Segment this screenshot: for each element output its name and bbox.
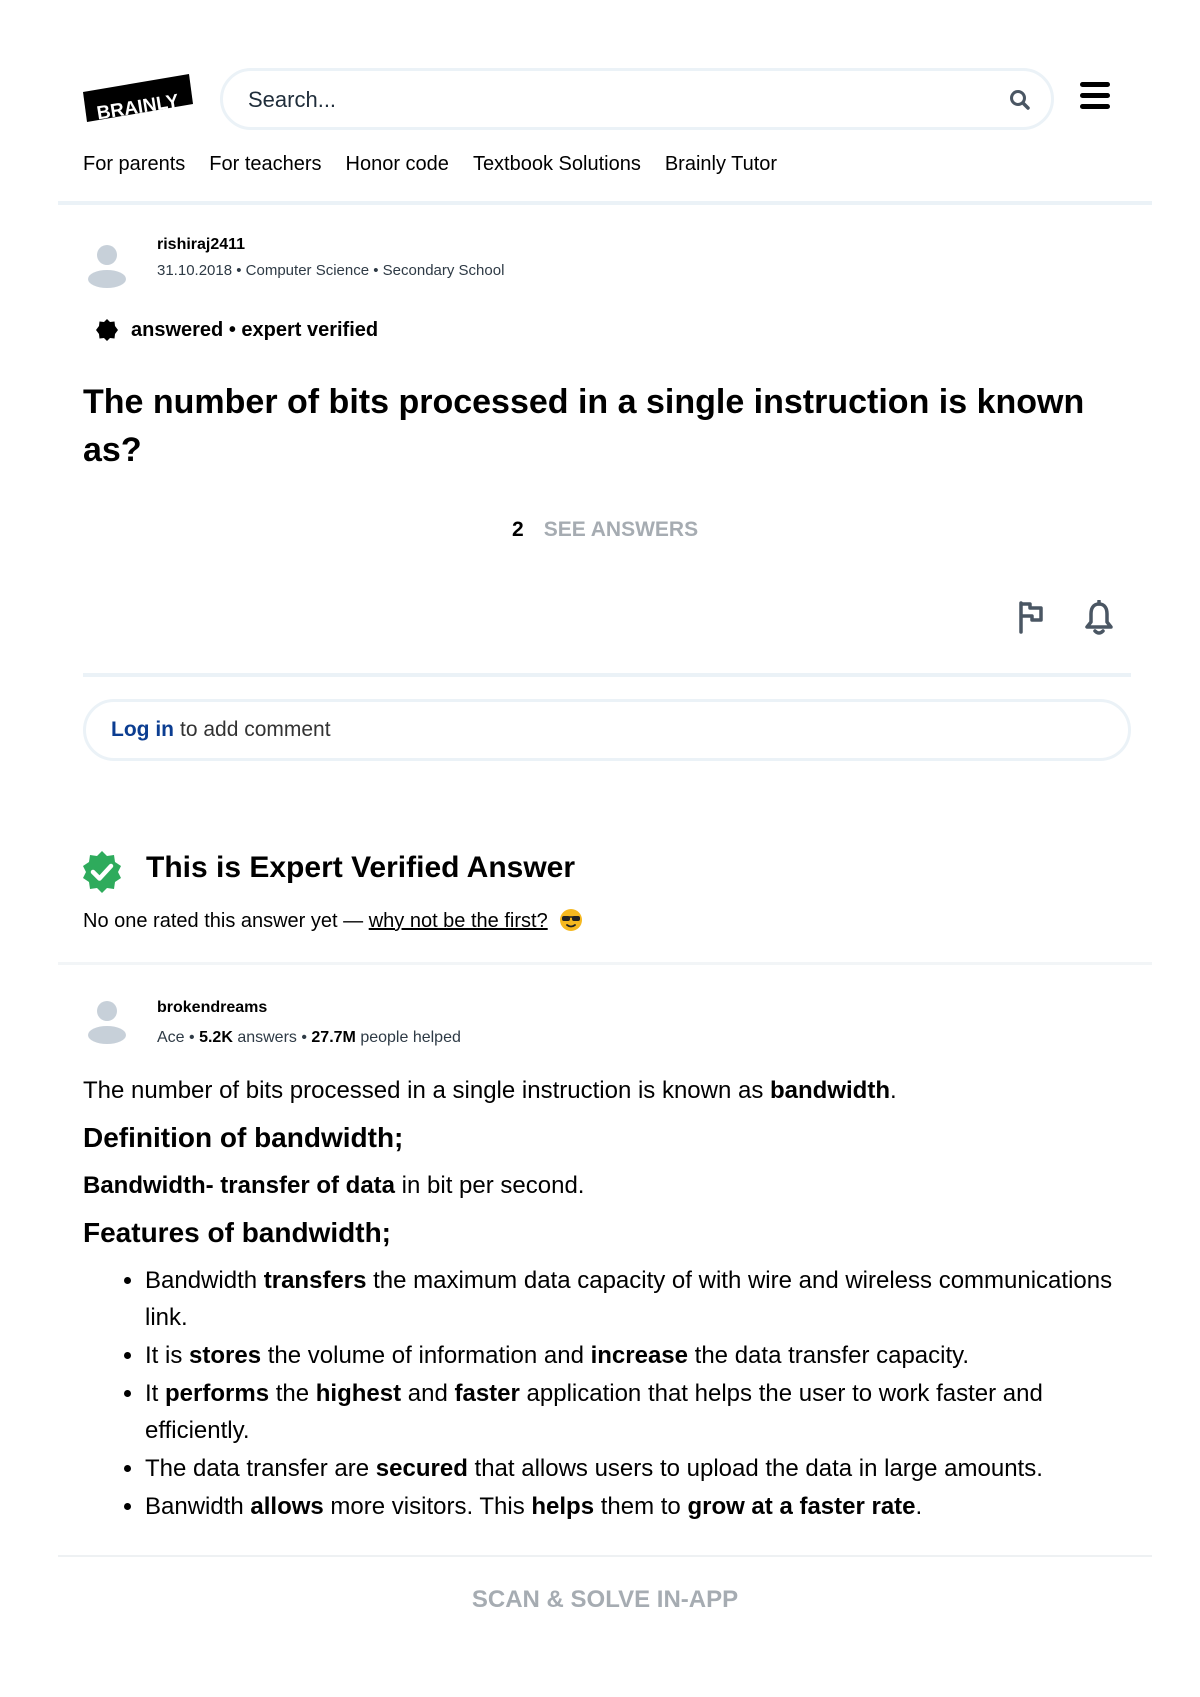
question-author-avatar[interactable] [87, 242, 127, 288]
list-item: Bandwidth transfers the maximum data cap… [145, 1262, 1133, 1336]
author-answers-count: 5.2K [199, 1029, 233, 1046]
nav-link-honor-code[interactable]: Honor code [346, 153, 449, 176]
answer-author-stats: Ace • 5.2K answers • 27.7M people helped [157, 1029, 461, 1046]
author-rank: Ace [157, 1029, 185, 1046]
question-date: 31.10.2018 [157, 262, 233, 279]
question-subject[interactable]: Computer Science [246, 262, 369, 279]
definition-heading: Definition of bandwidth; [83, 1122, 404, 1153]
nav-link-textbook-solutions[interactable]: Textbook Solutions [473, 153, 641, 176]
hamburger-menu-icon[interactable] [1080, 82, 1110, 110]
answer-content: The number of bits processed in a single… [83, 1072, 1133, 1526]
expert-verified-title: This is Expert Verified Answer [146, 851, 576, 884]
nav-link-parents[interactable]: For parents [83, 153, 185, 176]
follow-bell-icon[interactable] [1084, 600, 1114, 636]
expert-verified-icon [83, 851, 121, 893]
sunglasses-emoji-icon [560, 909, 583, 931]
list-item: It is stores the volume of information a… [145, 1337, 1133, 1374]
rate-answer-link[interactable]: why not be the first? [369, 910, 548, 932]
report-flag-icon[interactable] [1016, 600, 1046, 634]
answer-author-name[interactable]: brokendreams [157, 999, 267, 1017]
answer-count: 2 [512, 518, 524, 541]
author-helped-label: people helped [360, 1029, 461, 1046]
verified-badge-icon [96, 319, 118, 341]
bottom-bar [0, 1557, 1200, 1697]
nav-link-brainly-tutor[interactable]: Brainly Tutor [665, 153, 777, 176]
site-header: BRAINLY For parents For teachers Honor c… [58, 0, 1152, 205]
brainly-logo[interactable]: BRAINLY [83, 74, 195, 122]
author-answers-label: answers [237, 1029, 297, 1046]
see-answers-label: SEE ANSWERS [543, 518, 699, 541]
author-helped-count: 27.7M [311, 1029, 356, 1046]
question-author-name[interactable]: rishiraj2411 [157, 236, 245, 254]
nav-link-teachers[interactable]: For teachers [209, 153, 321, 176]
comment-prompt: to add comment [179, 718, 331, 741]
definition-text: Bandwidth- transfer of data in bit per s… [83, 1172, 585, 1199]
section-divider [83, 673, 1131, 677]
list-item: Banwidth allows more visitors. This help… [145, 1488, 1133, 1525]
features-list: Bandwidth transfers the maximum data cap… [145, 1262, 1133, 1525]
top-nav: For parents For teachers Honor code Text… [83, 153, 777, 176]
see-answers-button[interactable]: 2 SEE ANSWERS [512, 518, 698, 542]
answer-intro: The number of bits processed in a single… [83, 1077, 897, 1104]
rating-text: No one rated this answer yet — [83, 910, 364, 932]
search-input[interactable] [248, 83, 988, 117]
question-meta: 31.10.2018 • Computer Science • Secondar… [157, 262, 505, 279]
login-link[interactable]: Log in [111, 718, 174, 742]
features-heading: Features of bandwidth; [83, 1217, 391, 1248]
search-icon[interactable] [1007, 87, 1033, 113]
add-comment-box[interactable]: Log in to add comment [83, 699, 1131, 761]
answer-divider [58, 962, 1152, 965]
answer-author-avatar[interactable] [87, 998, 127, 1044]
list-item: The data transfer are secured that allow… [145, 1450, 1133, 1487]
status-text: answered • expert verified [131, 318, 379, 341]
answer-status: answered • expert verified [95, 318, 378, 342]
question-title: The number of bits processed in a single… [83, 383, 1085, 469]
rating-prompt: No one rated this answer yet — why not b… [83, 908, 583, 933]
search-box [220, 68, 1054, 130]
question-level: Secondary School [382, 262, 505, 279]
scan-and-solve-button[interactable]: SCAN & SOLVE IN-APP [0, 1586, 1200, 1614]
list-item: It performs the highest and faster appli… [145, 1375, 1133, 1449]
